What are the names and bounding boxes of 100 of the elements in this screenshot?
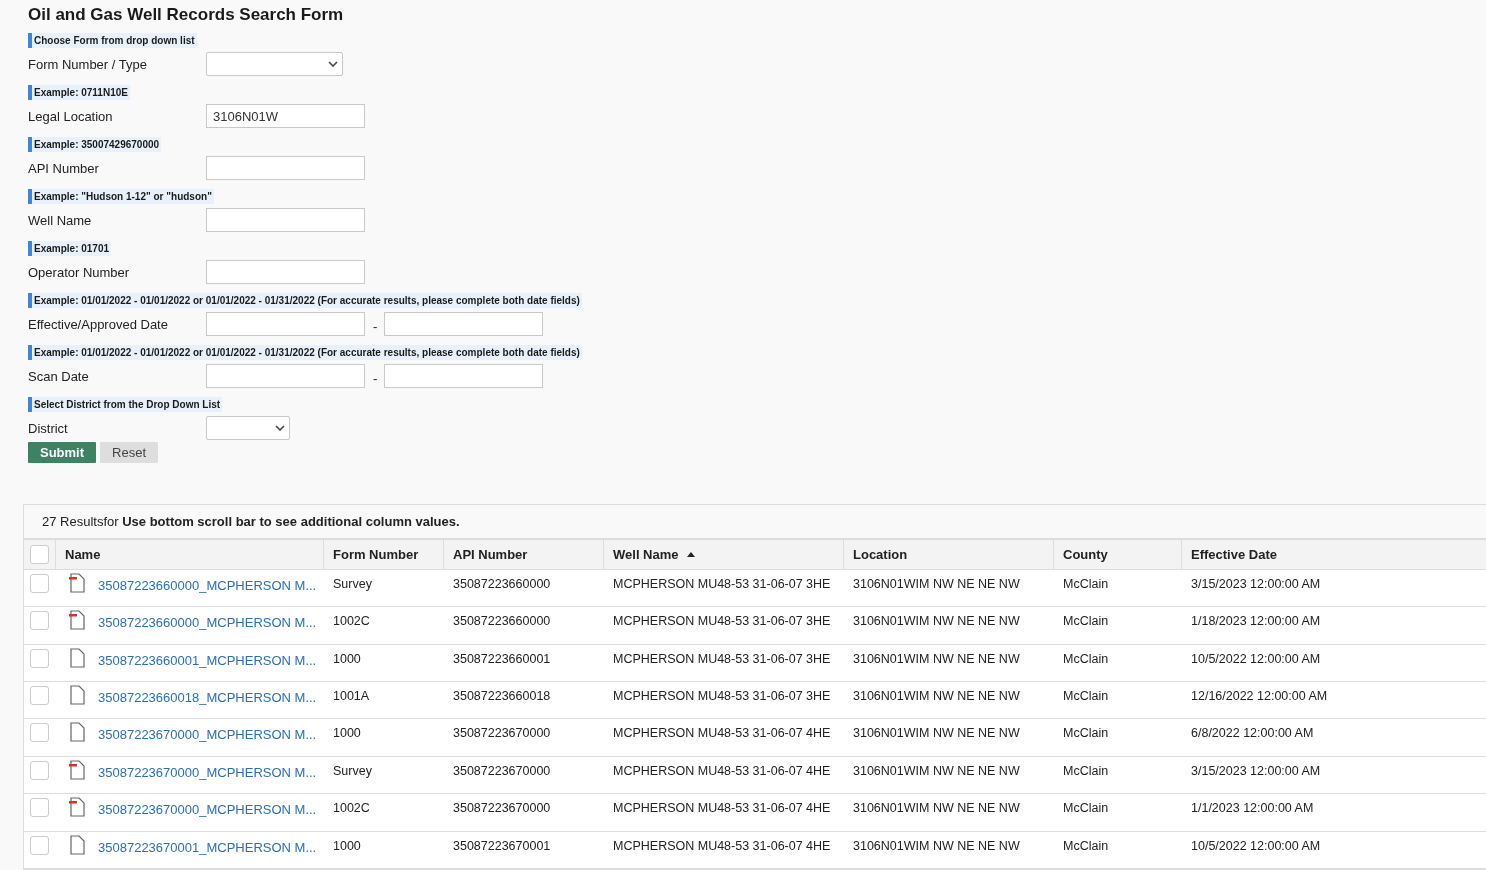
table-cell-text: MCPHERSON MU48-53 31-06-07 4HE	[612, 800, 832, 816]
column-header[interactable]: Name	[55, 540, 323, 569]
table-cell-text: 1002C	[332, 800, 371, 816]
table-cell-text: 1/18/2023 12:00:00 AM	[1190, 613, 1322, 629]
table-cell-text: MCPHERSON MU48-53 31-06-07 4HE	[612, 762, 832, 778]
table-cell-text: 1/1/2023 12:00:00 AM	[1190, 800, 1315, 816]
row-checkbox[interactable]	[30, 798, 49, 818]
table-cell-text: 1002C	[332, 613, 371, 629]
table-cell-text: Survey	[332, 762, 373, 778]
table-cell-text: 3106N01WIM NW NE NE NW	[852, 613, 1021, 629]
field-label: Well Name	[28, 212, 93, 228]
table-cell-text: McClain	[1062, 800, 1110, 816]
row-checkbox[interactable]	[30, 573, 49, 593]
field-label: Form Number / Type	[28, 56, 148, 72]
table-cell-text: 1001A	[332, 688, 371, 704]
table-cell-text: 35087223660018	[452, 688, 552, 704]
column-header[interactable]: Effective Date	[1181, 540, 1486, 569]
chevron-down-icon	[275, 425, 285, 431]
field-label: Operator Number	[28, 264, 131, 280]
table-cell-text: McClain	[1062, 650, 1110, 666]
table-cell-text: 3106N01WIM NW NE NE NW	[852, 800, 1021, 816]
range-separator: -	[373, 317, 378, 334]
table-cell-text: 3106N01WIM NW NE NE NW	[852, 650, 1021, 666]
table-cell-text: 35087223660000	[452, 575, 552, 591]
row-checkbox[interactable]	[30, 835, 49, 855]
row-checkbox[interactable]	[30, 723, 49, 743]
field-hint: Example: "Hudson 1-12" or "hudson"	[28, 189, 214, 204]
field-hint: Example: 01/01/2022 - 01/01/2022 or 01/01/2022 - 01/31/2022 (For accurate results, please complete both date fields)	[28, 293, 582, 308]
file-link[interactable]: 35087223670001_MCPHERSON M...	[98, 834, 317, 855]
table-cell-text: 3106N01WIM NW NE NE NW	[852, 575, 1021, 591]
page-title: Oil and Gas Well Records Search Form	[28, 5, 345, 25]
column-header[interactable]: Location	[843, 540, 1053, 569]
file-link[interactable]: 35087223660000_MCPHERSON M...	[98, 610, 317, 631]
text-field[interactable]	[206, 260, 365, 284]
sort-up-icon	[686, 552, 695, 558]
table-cell-text: 3/15/2023 12:00:00 AM	[1190, 575, 1322, 591]
table-cell-text: 35087223670001	[452, 837, 552, 853]
date-from-field[interactable]	[206, 312, 365, 336]
dropdown-field[interactable]	[206, 52, 343, 76]
text-field[interactable]	[206, 156, 365, 180]
chevron-down-icon	[328, 61, 338, 67]
file-link[interactable]: 35087223670000_MCPHERSON M...	[98, 797, 317, 818]
table-cell-text: MCPHERSON MU48-53 31-06-07 3HE	[612, 613, 832, 629]
date-to-field[interactable]	[384, 364, 544, 388]
column-header[interactable]: County	[1053, 540, 1181, 569]
range-separator: -	[373, 369, 378, 386]
table-cell-text: 10/5/2022 12:00:00 AM	[1190, 650, 1322, 666]
row-checkbox[interactable]	[30, 648, 49, 668]
table-cell-text: MCPHERSON MU48-53 31-06-07 4HE	[612, 725, 832, 741]
table-cell-text: McClain	[1062, 575, 1110, 591]
text-field[interactable]	[206, 208, 365, 232]
select-all-checkbox[interactable]	[30, 545, 49, 565]
dropdown-field[interactable]	[206, 416, 290, 440]
submit-button[interactable]: Submit	[28, 442, 97, 463]
file-link[interactable]: 35087223660001_MCPHERSON M...	[98, 647, 317, 668]
field-label: API Number	[28, 160, 100, 176]
field-hint: Choose Form from drop down list	[28, 33, 197, 48]
field-label: District	[28, 420, 69, 436]
column-header[interactable]: Form Number	[323, 540, 443, 569]
table-cell-text: MCPHERSON MU48-53 31-06-07 4HE	[612, 837, 832, 853]
table-cell-text: 3106N01WIM NW NE NE NW	[852, 725, 1021, 741]
column-header[interactable]: API Number	[443, 540, 603, 569]
field-label: Scan Date	[28, 368, 90, 384]
table-cell-text: 12/16/2022 12:00:00 AM	[1190, 688, 1329, 704]
table-cell-text: 35087223660000	[452, 613, 552, 629]
table-cell-text: Survey	[332, 575, 373, 591]
table-cell-text: McClain	[1062, 688, 1110, 704]
field-label: Legal Location	[28, 108, 114, 124]
table-cell-text: McClain	[1062, 613, 1110, 629]
table-cell-text: McClain	[1062, 725, 1110, 741]
results-summary: 27 Resultsfor Use bottom scroll bar to see additional column values.	[24, 505, 1486, 541]
date-from-field[interactable]	[206, 364, 365, 388]
row-checkbox[interactable]	[30, 611, 49, 631]
table-cell-text: 3/15/2023 12:00:00 AM	[1190, 762, 1322, 778]
field-label: Effective/Approved Date	[28, 316, 169, 332]
row-checkbox[interactable]	[30, 760, 49, 780]
table-cell-text: McClain	[1062, 762, 1110, 778]
text-field[interactable]: 3106N01W	[206, 104, 365, 128]
file-link[interactable]: 35087223660018_MCPHERSON M...	[98, 685, 317, 706]
table-cell-text: MCPHERSON MU48-53 31-06-07 3HE	[612, 650, 832, 666]
table-cell-text: MCPHERSON MU48-53 31-06-07 3HE	[612, 575, 832, 591]
field-hint: Example: 01701	[28, 241, 112, 256]
field-hint: Example: 01/01/2022 - 01/01/2022 or 01/01/2022 - 01/31/2022 (For accurate results, please complete both date fields)	[28, 345, 582, 360]
table-cell-text: 3106N01WIM NW NE NE NW	[852, 688, 1021, 704]
table-cell-text: 1000	[332, 837, 362, 853]
file-link[interactable]: 35087223660000_MCPHERSON M...	[98, 572, 317, 593]
table-cell-text: 10/5/2022 12:00:00 AM	[1190, 837, 1322, 853]
table-cell-text: 35087223670000	[452, 800, 552, 816]
field-hint: Example: 35007429670000	[28, 137, 162, 152]
table-cell-text: 35087223670000	[452, 725, 552, 741]
reset-button[interactable]: Reset	[100, 442, 159, 463]
table-cell-text: 35087223670000	[452, 762, 552, 778]
table-cell-text: 6/8/2022 12:00:00 AM	[1190, 725, 1315, 741]
file-link[interactable]: 35087223670000_MCPHERSON M...	[98, 722, 317, 743]
date-to-field[interactable]	[384, 312, 544, 336]
column-header[interactable]: Well Name	[603, 540, 843, 569]
row-checkbox[interactable]	[30, 686, 49, 706]
table-cell-text: 1000	[332, 650, 362, 666]
field-hint: Example: 0711N10E	[28, 85, 130, 100]
file-link[interactable]: 35087223670000_MCPHERSON M...	[98, 759, 317, 780]
